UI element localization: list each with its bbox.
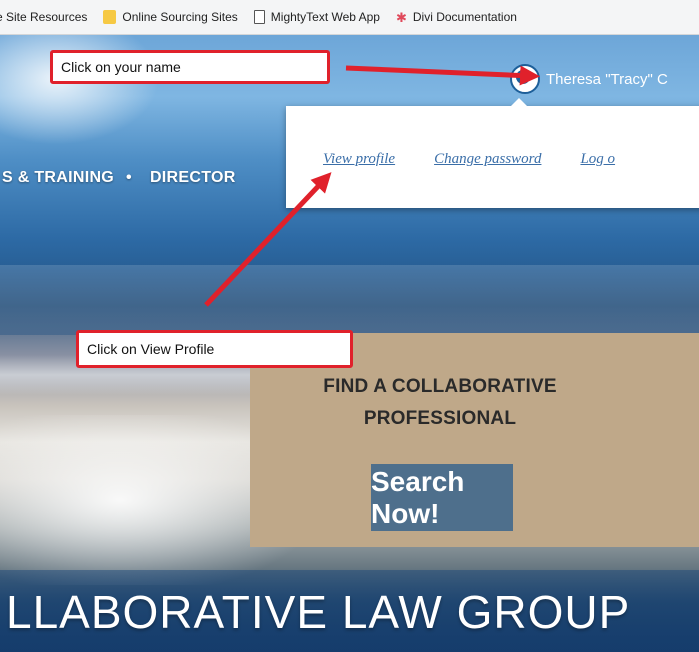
bookmark-label: Online Sourcing Sites [122,10,238,24]
main-nav: S & TRAINING • DIRECTOR [0,163,254,193]
callout-click-view-profile: Click on View Profile [76,330,353,368]
bookmark-divi-documentation[interactable]: ✱ Divi Documentation [396,10,517,24]
wave [0,265,699,335]
user-menu[interactable]: Theresa "Tracy" C [510,64,668,94]
bookmark-online-sourcing-sites[interactable]: Online Sourcing Sites [103,10,238,24]
nav-bullet-icon: • [126,169,132,186]
bookmarks-bar: e Site Resources Online Sourcing Sites M… [0,0,699,35]
find-title-line2: PROFESSIONAL [363,408,517,429]
folder-icon [103,10,117,24]
callout-text: Click on View Profile [87,341,215,357]
dropdown-links: View profile Change password Log o [323,151,615,168]
avatar [510,64,540,94]
bookmark-label: MightyText Web App [270,10,380,24]
bookmark-label: Divi Documentation [412,10,517,24]
user-dropdown: View profile Change password Log o [286,98,699,208]
site-title: LLABORATIVE LAW GROUP [6,586,631,638]
nav-item-training[interactable]: S & TRAINING [2,169,114,187]
bookmark-site-resources[interactable]: e Site Resources [0,10,87,24]
search-now-button[interactable]: Search Now! [371,464,513,531]
find-panel-title: FIND A COLLABORATIVE PROFESSIONAL [250,371,630,435]
view-profile-link[interactable]: View profile [323,151,395,168]
callout-text: Click on your name [61,59,181,75]
find-title-line1: FIND A COLLABORATIVE [323,376,557,397]
bookmark-label: e Site Resources [0,10,88,24]
document-icon [253,10,265,24]
change-password-link[interactable]: Change password [434,151,541,168]
nav-item-directory[interactable]: DIRECTOR [150,169,236,187]
log-out-link[interactable]: Log o [580,151,615,168]
callout-click-name: Click on your name [50,50,330,84]
user-name[interactable]: Theresa "Tracy" C [546,71,668,88]
bookmark-mightytext[interactable]: MightyText Web App [253,10,380,24]
star-icon: ✱ [395,10,407,25]
